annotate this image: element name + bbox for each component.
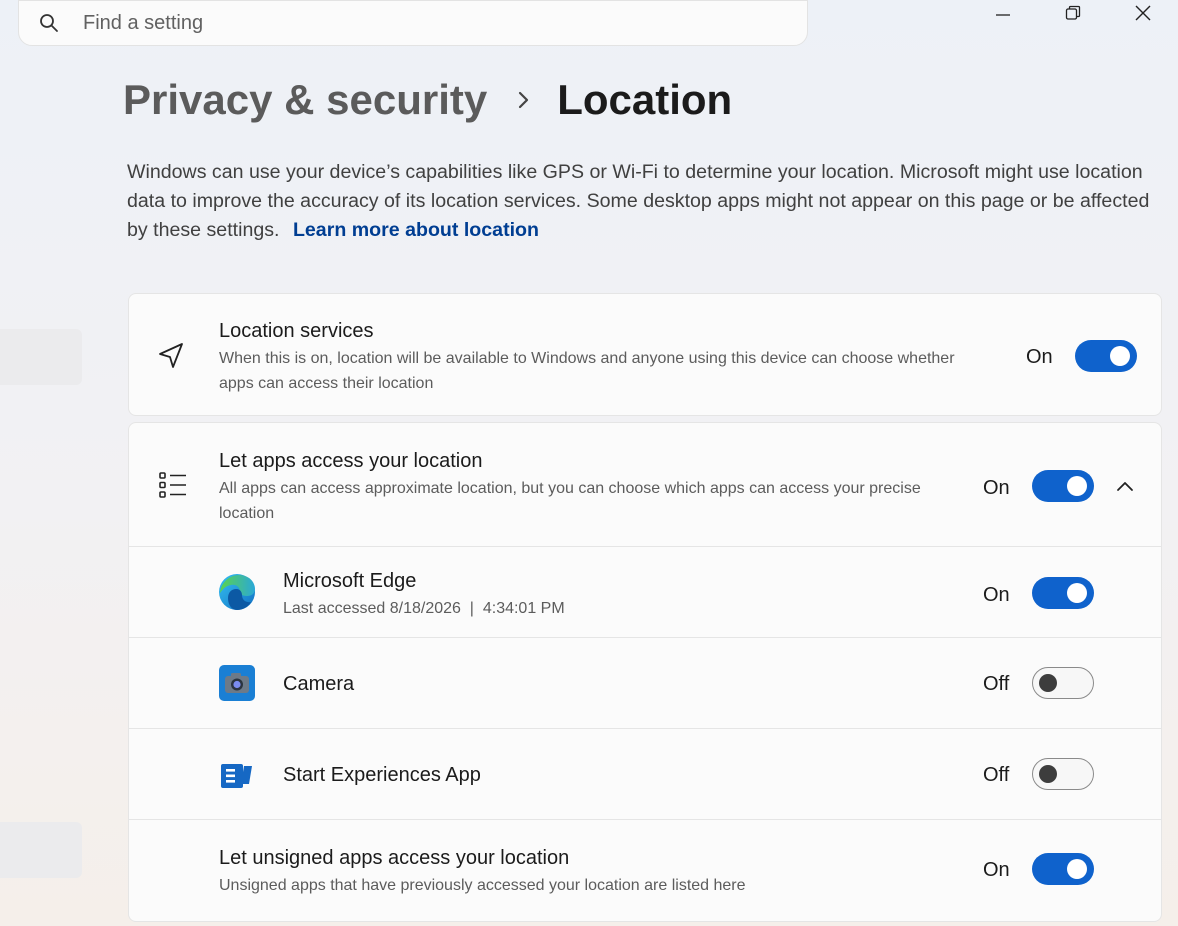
app-state-microsoft-edge: On bbox=[983, 584, 1010, 606]
navigation-arrow-icon bbox=[155, 340, 187, 372]
edge-icon bbox=[218, 573, 256, 611]
app-toggle-microsoft-edge[interactable] bbox=[1032, 577, 1094, 609]
app-row-start-experiences: Start Experiences App Off bbox=[129, 729, 1161, 820]
apps-access-state: On bbox=[983, 477, 1010, 499]
app-row-camera: Camera Off bbox=[129, 638, 1161, 729]
breadcrumb-parent[interactable]: Privacy & security bbox=[123, 76, 487, 124]
list-icon bbox=[157, 469, 189, 501]
page-title: Location bbox=[557, 76, 733, 123]
chevron-right-icon bbox=[517, 90, 531, 110]
toggle-knob bbox=[1067, 476, 1087, 496]
location-services-state: On bbox=[1026, 346, 1053, 368]
restore-button[interactable] bbox=[1038, 0, 1108, 26]
toggle-knob bbox=[1067, 583, 1087, 603]
minimize-icon bbox=[996, 14, 1010, 16]
camera-icon bbox=[218, 664, 256, 702]
apps-access-card: Let apps access your location All apps c… bbox=[128, 422, 1162, 922]
apps-access-row[interactable]: Let apps access your location All apps c… bbox=[129, 423, 1161, 547]
toggle-knob bbox=[1067, 859, 1087, 879]
location-services-card: Location services When this is on, locat… bbox=[128, 293, 1162, 416]
description-text: Windows can use your device’s capabiliti… bbox=[127, 161, 1150, 241]
location-services-toggle[interactable] bbox=[1075, 340, 1137, 372]
chevron-up-icon[interactable] bbox=[1111, 472, 1139, 500]
apps-access-subtitle: All apps can access approximate location… bbox=[219, 480, 921, 522]
search-box[interactable] bbox=[18, 0, 808, 46]
toggle-knob bbox=[1039, 765, 1057, 783]
start-experiences-icon bbox=[218, 756, 256, 794]
close-icon bbox=[1135, 5, 1151, 21]
search-input[interactable] bbox=[81, 2, 807, 44]
unsigned-apps-subtitle: Unsigned apps that have previously acces… bbox=[219, 877, 746, 894]
restore-icon bbox=[1065, 5, 1081, 20]
unsigned-apps-state: On bbox=[983, 859, 1010, 881]
unsigned-apps-title: Let unsigned apps access your location bbox=[219, 847, 570, 869]
breadcrumb: Privacy & security Location bbox=[123, 76, 732, 124]
window-controls bbox=[968, 0, 1178, 26]
unsigned-apps-row: Let unsigned apps access your location U… bbox=[129, 820, 1161, 921]
sidebar-item-placeholder[interactable] bbox=[0, 329, 82, 385]
app-toggle-start-experiences[interactable] bbox=[1032, 758, 1094, 790]
sidebar-item-placeholder[interactable] bbox=[0, 822, 82, 878]
close-button[interactable] bbox=[1108, 0, 1178, 26]
apps-access-toggle[interactable] bbox=[1032, 470, 1094, 502]
app-name-camera: Camera bbox=[283, 673, 355, 695]
app-row-microsoft-edge: Microsoft Edge Last accessed 8/18/2026 |… bbox=[129, 547, 1161, 638]
apps-access-title: Let apps access your location bbox=[219, 450, 483, 472]
app-state-camera: Off bbox=[983, 673, 1010, 695]
location-services-subtitle: When this is on, location will be availa… bbox=[219, 350, 955, 392]
search-icon bbox=[39, 13, 59, 33]
location-services-row: Location services When this is on, locat… bbox=[129, 294, 1161, 415]
app-name-start-experiences: Start Experiences App bbox=[283, 764, 481, 786]
page-description: Windows can use your device’s capabiliti… bbox=[127, 158, 1167, 245]
unsigned-apps-toggle[interactable] bbox=[1032, 853, 1094, 885]
learn-more-link[interactable]: Learn more about location bbox=[293, 219, 539, 241]
app-toggle-camera[interactable] bbox=[1032, 667, 1094, 699]
toggle-knob bbox=[1039, 674, 1057, 692]
app-name-microsoft-edge: Microsoft Edge bbox=[283, 570, 417, 592]
location-services-title: Location services bbox=[219, 320, 374, 342]
toggle-knob bbox=[1110, 346, 1130, 366]
app-detail-microsoft-edge: Last accessed 8/18/2026 | 4:34:01 PM bbox=[283, 600, 565, 617]
minimize-button[interactable] bbox=[968, 0, 1038, 26]
app-state-start-experiences: Off bbox=[983, 764, 1010, 786]
